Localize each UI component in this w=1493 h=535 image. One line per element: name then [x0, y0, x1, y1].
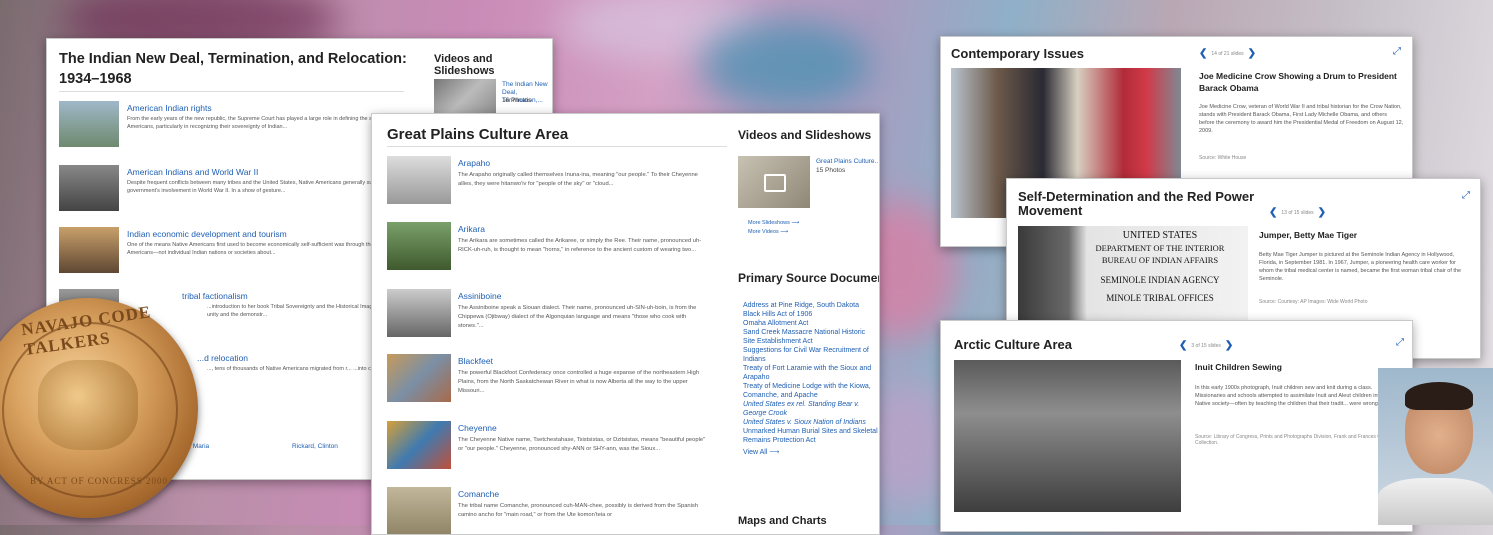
expand-icon[interactable]: ⤢: [1393, 46, 1401, 57]
article-thumbnail[interactable]: [59, 227, 119, 273]
article-title[interactable]: Comanche: [458, 489, 499, 499]
primary-source-link[interactable]: United States v. Sioux Nation of Indians: [743, 418, 879, 427]
article-thumbnail[interactable]: [387, 487, 451, 534]
article-title[interactable]: Arapaho: [458, 158, 490, 168]
page-title: Self-Determination and the Red Power Mov…: [1018, 189, 1255, 218]
caption-text: Betty Mae Tiger Jumper is pictured at th…: [1259, 252, 1462, 282]
caption-title: Joe Medicine Crow Showing a Drum to Pres…: [1199, 71, 1397, 93]
article-desc: The Cheyenne Native name, Tsetchestahase…: [458, 437, 706, 452]
photo-icon: [764, 174, 786, 192]
primary-source-link[interactable]: Suggestions for Civil War Recruitment of…: [743, 346, 879, 364]
caption-text: Joe Medicine Crow, veteran of World War …: [1199, 104, 1404, 134]
slide-counter: 13 of 15 slides: [1281, 209, 1314, 216]
article-title[interactable]: Cheyenne: [458, 423, 497, 433]
article-thumbnail[interactable]: [59, 101, 119, 147]
article-desc: The powerful Blackfoot Confederacy once …: [458, 370, 700, 394]
next-slide-button[interactable]: ❯: [1318, 207, 1326, 218]
next-slide-button[interactable]: ❯: [1248, 48, 1256, 59]
next-slide-button[interactable]: ❯: [1225, 340, 1233, 351]
agency-sign: UNITED STATES DEPARTMENT OF THE INTERIOR…: [1080, 230, 1240, 304]
astronaut-hair: [1405, 382, 1473, 410]
medal-figures: [38, 360, 138, 450]
primary-source-link[interactable]: Sand Creek Massacre National Historic Si…: [743, 328, 879, 346]
slide-nav: ❮ 13 of 15 slides ❯: [1269, 207, 1326, 218]
primary-source-link[interactable]: Address at Pine Ridge, South Dakota: [743, 301, 879, 310]
primary-source-link[interactable]: Treaty of Fort Laramie with the Sioux an…: [743, 364, 879, 382]
sign-line: MINOLE TRIBAL OFFICES: [1106, 293, 1214, 303]
side-title: Videos and Slideshows: [434, 53, 495, 77]
prev-slide-button[interactable]: ❮: [1199, 48, 1207, 59]
page-title: Contemporary Issues: [951, 46, 1084, 61]
footer-link-2[interactable]: Rickard, Clinton: [292, 443, 338, 450]
article-thumbnail[interactable]: [387, 156, 451, 204]
background-texture-3: [700, 20, 870, 110]
article-title[interactable]: Indian economic development and tourism: [127, 229, 287, 239]
page-title: Great Plains Culture Area: [387, 126, 569, 143]
slide-nav: ❮ 3 of 15 slides ❯: [1179, 340, 1233, 351]
side-title: Videos and Slideshows: [738, 128, 872, 142]
slide-counter: 3 of 15 slides: [1191, 342, 1221, 349]
code-talkers-medal: NAVAJO CODE TALKERS BY ACT OF CONGRESS 2…: [0, 298, 198, 518]
divider: [387, 146, 727, 147]
caption-text: In this early 1900s photograph, Inuit ch…: [1195, 385, 1395, 407]
primary-source-link[interactable]: Black Hills Act of 1906: [743, 310, 879, 319]
sign-line: DEPARTMENT OF THE INTERIOR: [1095, 243, 1225, 253]
caption-source: Source: Courtesy: AP Images: Wide World …: [1259, 299, 1368, 305]
article-desc: The Assiniboine speak a Siouan dialect. …: [458, 305, 697, 329]
slide-nav: ❮ 14 of 21 slides ❯: [1199, 48, 1256, 59]
article-desc: The Arapaho originally called themselves…: [458, 172, 698, 187]
primary-source-link[interactable]: Treaty of Medicine Lodge with the Kiowa,…: [743, 382, 879, 400]
primary-source-link[interactable]: Unmarked Human Burial Sites and Skeletal…: [743, 427, 879, 445]
slide-counter: 14 of 21 slides: [1211, 50, 1244, 57]
slideshow-count: 15 Photos: [816, 167, 846, 174]
article-title[interactable]: American Indians and World War II: [127, 167, 258, 177]
prev-slide-button[interactable]: ❮: [1179, 340, 1187, 351]
article-thumbnail[interactable]: [387, 222, 451, 270]
primary-source-link[interactable]: United States ex rel. Standing Bear v. G…: [743, 400, 879, 418]
divider: [59, 91, 404, 92]
prev-slide-button[interactable]: ❮: [1269, 207, 1277, 218]
caption-source: Source: White House: [1199, 155, 1247, 161]
slide-photo: [954, 360, 1181, 512]
sign-line: SEMINOLE INDIAN AGENCY: [1100, 275, 1220, 285]
astronaut-portrait: [1378, 368, 1493, 525]
article-title[interactable]: Assiniboine: [458, 291, 501, 301]
primary-source-link[interactable]: Omaha Allotment Act: [743, 319, 879, 328]
article-thumbnail[interactable]: [387, 421, 451, 469]
article-desc: The Arikara are sometimes called the Ari…: [458, 238, 702, 253]
view-all-link[interactable]: View All ⟶: [743, 448, 879, 457]
article-title[interactable]: ...d relocation: [197, 353, 248, 363]
page-title: Arctic Culture Area: [954, 337, 1072, 352]
panel-great-plains: Great Plains Culture Area Videos and Sli…: [371, 113, 880, 535]
primary-source-list: Address at Pine Ridge, South Dakota Blac…: [743, 301, 879, 457]
astronaut-suit: [1378, 478, 1493, 525]
slideshow-thumbnail[interactable]: [434, 79, 496, 117]
article-thumbnail[interactable]: [59, 165, 119, 211]
caption-source: Source: Library of Congress, Prints and …: [1195, 434, 1390, 446]
caption-title: Jumper, Betty Mae Tiger: [1259, 230, 1358, 240]
caption-title: Inuit Children Sewing: [1195, 362, 1282, 372]
panel-arctic-culture: Arctic Culture Area ❮ 3 of 15 slides ❯ ⤢…: [940, 320, 1413, 532]
article-thumbnail[interactable]: [387, 289, 451, 337]
medal-bottom-text: BY ACT OF CONGRESS 2000: [30, 476, 169, 486]
maps-title: Maps and Charts: [738, 515, 827, 527]
slideshow-link[interactable]: Great Plains Culture...: [816, 158, 878, 165]
article-title[interactable]: Blackfeet: [458, 356, 493, 366]
expand-icon[interactable]: ⤢: [1396, 337, 1404, 348]
article-desc: The tribal name Comanche, pronounced cuh…: [458, 503, 699, 518]
primary-sources-title: Primary Source Documents: [738, 271, 880, 285]
article-title[interactable]: American Indian rights: [127, 103, 212, 113]
slideshow-count: 16 Photos: [502, 97, 532, 104]
article-title[interactable]: Arikara: [458, 224, 485, 234]
page-title: The Indian New Deal, Termination, and Re…: [59, 51, 407, 87]
sign-line: UNITED STATES: [1122, 230, 1198, 241]
slideshow-thumbnail[interactable]: [738, 156, 810, 208]
more-videos-link[interactable]: More Videos ⟶: [748, 229, 788, 235]
sign-line: BUREAU OF INDIAN AFFAIRS: [1101, 255, 1219, 265]
more-slideshows-link[interactable]: More Slideshows ⟶: [748, 220, 799, 226]
article-thumbnail[interactable]: [387, 354, 451, 402]
expand-icon[interactable]: ⤢: [1462, 190, 1470, 201]
